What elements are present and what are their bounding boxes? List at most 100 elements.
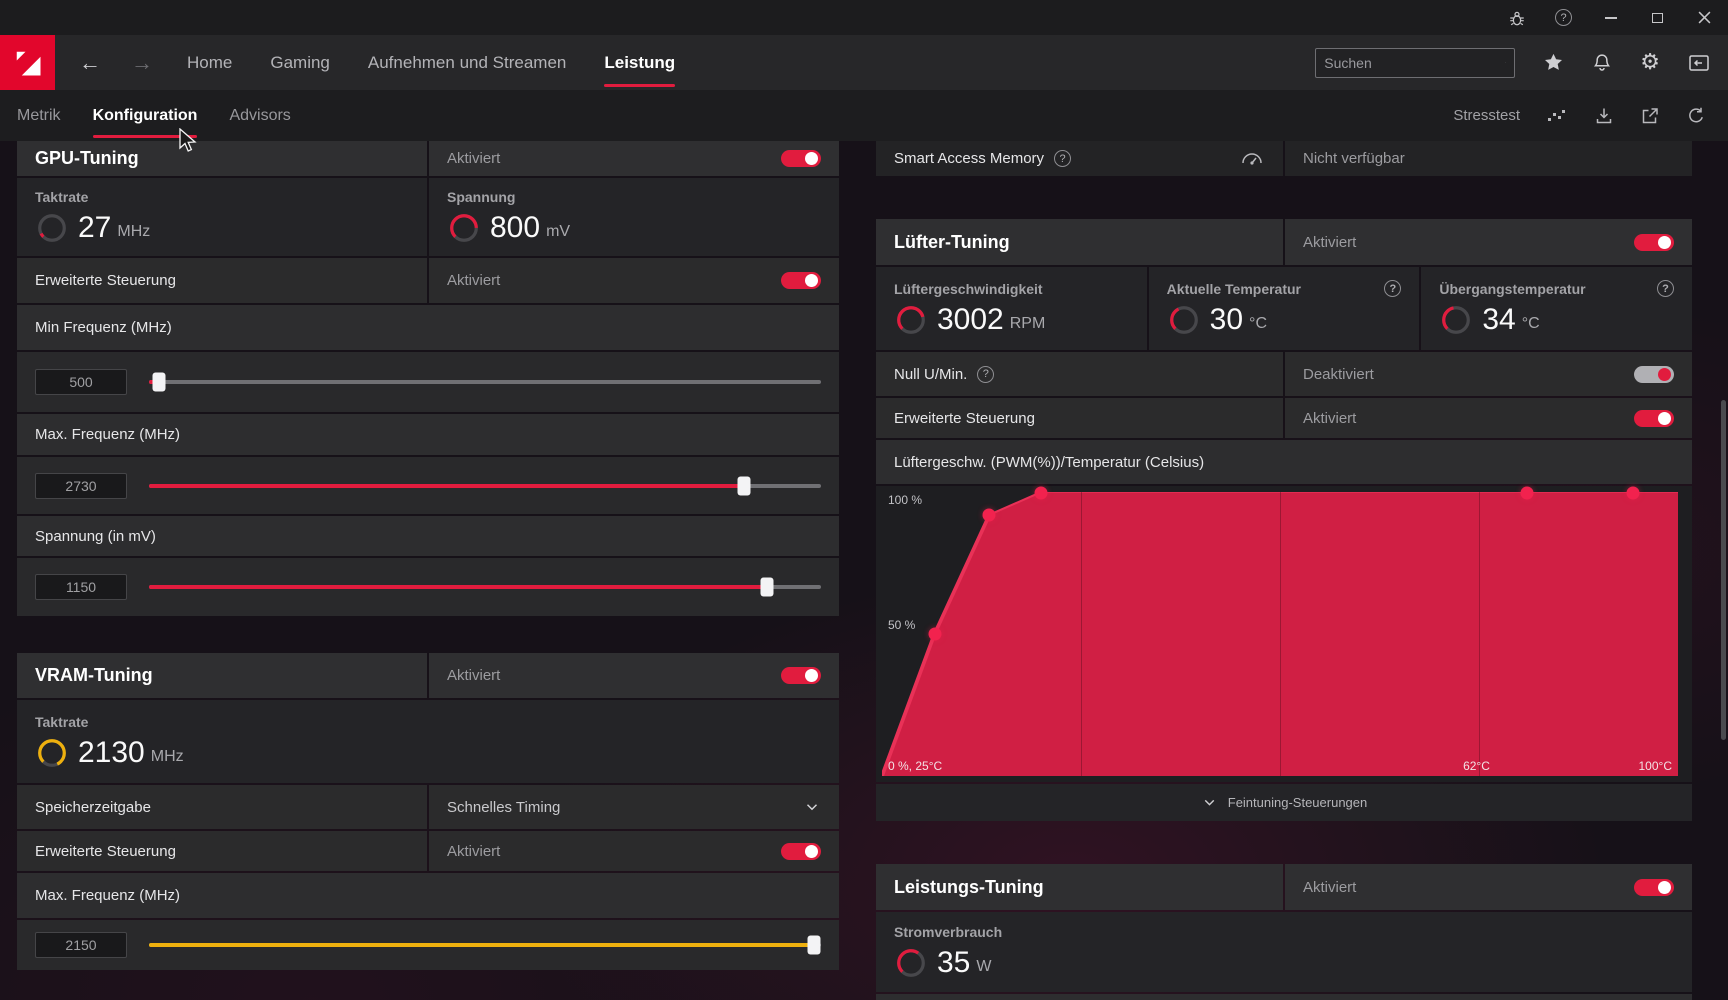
curve-point[interactable] [1626,486,1640,500]
fan-curve-chart[interactable]: 100 % 50 % 0 %, 25°C 62°C 100°C [876,486,1692,782]
forward-icon[interactable]: → [131,50,153,76]
fan-curve-plot[interactable]: 100 % 50 % 0 %, 25°C 62°C 100°C [882,486,1678,776]
junction-temperature-metric: Übergangstemperatur? 34 °C [1421,267,1693,350]
vram-tuning-toggle[interactable] [781,667,821,684]
memory-timing-dropdown[interactable]: Schnelles Timing [429,785,839,829]
search-box[interactable] [1315,47,1516,78]
gauge-icon [38,214,66,242]
x-axis-label-max: 100°C [1638,759,1673,773]
power-tuning-panel: Leistungs-Tuning Aktiviert Stromverbrauc… [876,864,1692,1000]
overlay-panel-icon[interactable] [1688,53,1710,73]
notifications-bell-icon[interactable] [1592,52,1612,73]
slider-handle[interactable] [737,476,751,495]
close-button[interactable] [1681,0,1728,35]
y-axis-label-100: 100 % [888,493,923,507]
chevron-down-icon [806,804,818,811]
slider-handle[interactable] [760,577,774,597]
nav-tabs: Home Gaming Aufnehmen und Streamen Leist… [187,35,675,90]
favorites-star-icon[interactable] [1543,52,1564,73]
settings-gear-icon[interactable]: ⚙ [1640,51,1660,74]
minimize-button[interactable] [1587,0,1634,35]
back-icon[interactable]: ← [79,50,101,76]
min-frequency-value[interactable]: 500 [35,369,127,395]
max-frequency-slider[interactable] [149,475,821,497]
row-label: Erweiterte Steuerung [35,272,176,289]
slider-label: Max. Frequenz (MHz) [35,887,181,904]
row-label: Erweiterte Steuerung [894,409,1035,427]
panel-title: Leistungs-Tuning [894,876,1044,897]
subtab-advisors[interactable]: Advisors [229,90,290,141]
close-icon [1698,11,1711,24]
save-profile-icon[interactable] [1594,106,1614,126]
slider-handle[interactable] [152,372,166,392]
scrollbar-thumb[interactable] [1721,400,1726,740]
subtab-konfiguration[interactable]: Konfiguration [92,90,197,141]
voltage-value[interactable]: 1150 [35,574,127,600]
fan-chart-title: Lüftergeschw. (PWM(%))/Temperatur (Celsi… [894,453,1205,471]
share-icon[interactable] [1640,106,1660,126]
curve-point[interactable] [982,508,996,522]
performance-subnav: Metrik Konfiguration Advisors Stresstest [0,90,1728,141]
fan-tuning-panel: Lüfter-Tuning Aktiviert Lüftergeschwindi… [876,219,1693,821]
vram-tuning-panel: VRAM-Tuning Aktiviert Taktrate 2130MHz [17,653,839,970]
slider-label: Max. Frequenz (MHz) [35,426,181,443]
amd-logo[interactable] [0,35,55,90]
tuning-content: GPU-Tuning Aktiviert Taktrate 27 MHz Spa… [0,141,1728,1000]
fan-advanced-toggle[interactable] [1634,409,1674,427]
tab-record-stream[interactable]: Aufnehmen und Streamen [368,35,566,90]
stresstest-icon[interactable] [1546,107,1568,125]
gauge-icon [1169,306,1198,334]
search-input[interactable] [1324,54,1506,71]
tab-performance[interactable]: Leistung [604,35,675,90]
curve-point[interactable] [928,627,942,641]
panel-title: VRAM-Tuning [35,665,153,685]
stresstest-label[interactable]: Stresstest [1453,107,1520,124]
titlebar: ? [0,0,1728,35]
bug-report-button[interactable] [1493,0,1540,35]
status-text: Aktiviert [447,150,501,167]
min-frequency-slider[interactable] [149,371,821,393]
gauge-icon [897,305,925,334]
help-button[interactable]: ? [1540,0,1587,35]
vram-clock-metric: Taktrate 2130 MHz [17,700,839,783]
voltage-slider[interactable] [149,576,821,598]
zero-rpm-toggle[interactable] [1634,365,1674,383]
vram-max-frequency-slider[interactable] [149,934,821,956]
slider-label: Min Frequenz (MHz) [35,319,172,336]
subtab-metrik[interactable]: Metrik [17,90,61,141]
question-icon[interactable]: ? [1384,280,1402,297]
amd-radeon-icon [16,51,40,75]
question-icon[interactable]: ? [1657,280,1675,297]
max-frequency-value[interactable]: 2730 [35,472,127,499]
gpu-advanced-toggle[interactable] [781,272,821,289]
gridline [1081,492,1082,776]
fan-tuning-toggle[interactable] [1634,233,1674,251]
gauge-icon [1442,306,1471,334]
maximize-button[interactable] [1634,0,1681,35]
curve-point[interactable] [1520,486,1534,500]
fan-speed-metric: Lüftergeschwindigkeit 3002 RPM [876,267,1147,350]
help-icon: ? [1555,9,1572,26]
question-icon[interactable]: ? [977,365,995,383]
power-consumption-metric: Stromverbrauch 35 W [876,912,1692,992]
slider-handle[interactable] [807,935,821,955]
fine-tuning-expander[interactable]: Feintuning-Steuerungen [876,784,1692,821]
x-axis-label-min: 0 %, 25°C [888,759,943,773]
power-tuning-toggle[interactable] [1634,878,1674,896]
maximize-icon [1652,12,1663,23]
vram-max-frequency-value[interactable]: 2150 [35,932,127,958]
vram-advanced-toggle[interactable] [781,842,821,860]
curve-point[interactable] [1034,486,1048,500]
gpu-clock-metric: Taktrate 27 MHz [17,178,427,256]
reset-icon[interactable] [1686,106,1706,126]
tab-gaming[interactable]: Gaming [270,35,330,90]
tab-home[interactable]: Home [187,35,232,90]
radeon-software-window: ? ← → Home Gaming Aufnehmen und Streamen… [0,0,1728,1000]
question-icon[interactable]: ? [1054,150,1072,167]
gpu-tuning-toggle[interactable] [781,150,821,167]
sam-status: Nicht verfügbar [1303,150,1405,167]
bug-icon [1509,11,1524,25]
chevron-down-icon [1204,799,1215,806]
current-temperature-metric: Aktuelle Temperatur? 30 °C [1148,267,1420,350]
gridline [1479,492,1480,776]
